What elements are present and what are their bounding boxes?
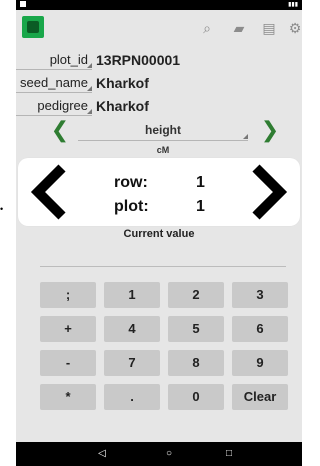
field-value: Kharkof [96, 98, 149, 114]
next-trait-icon[interactable]: ❯ [260, 119, 280, 141]
field-label-dropdown[interactable]: plot_id [16, 50, 92, 70]
field-row-plot-id: plot_id 13RPN00001 [16, 50, 302, 72]
back-icon[interactable]: ◁ [94, 446, 110, 462]
app-screen: ▮▮▮ ⌕ ▰ ▤ ⚙ plot_id 13RPN00001 seed_name… [16, 0, 302, 466]
key-4[interactable]: 4 [104, 316, 160, 342]
key-multiply[interactable]: * [40, 384, 96, 410]
current-value-input[interactable] [40, 248, 286, 267]
key-5[interactable]: 5 [168, 316, 224, 342]
trait-name: height [145, 123, 181, 137]
dropdown-indicator-icon [87, 109, 92, 114]
row-label: row: [114, 174, 148, 191]
search-icon[interactable]: ⌕ [198, 19, 216, 37]
key-8[interactable]: 8 [168, 350, 224, 376]
system-navigation-bar: ◁ ○ □ [16, 442, 302, 466]
folder-icon[interactable]: ▰ [230, 19, 248, 37]
key-0[interactable]: 0 [168, 384, 224, 410]
previous-plot-icon[interactable] [28, 164, 72, 220]
pointer-icon: • [0, 204, 4, 214]
status-icons: ▮▮▮ [288, 2, 298, 8]
field-label-dropdown[interactable]: seed_name [16, 73, 92, 93]
field-value: Kharkof [96, 75, 149, 91]
trait-selector-row: ❮ height ❯ cM [16, 119, 302, 156]
key-minus[interactable]: - [40, 350, 96, 376]
key-plus[interactable]: + [40, 316, 96, 342]
status-bar: ▮▮▮ [16, 0, 302, 10]
field-row-pedigree: pedigree Kharkof [16, 96, 302, 118]
field-value: 13RPN00001 [96, 52, 181, 68]
plot-label: plot: [114, 198, 149, 215]
key-decimal[interactable]: . [104, 384, 160, 410]
field-label-text: seed_name [20, 75, 88, 90]
logo-mark [27, 21, 39, 33]
gear-icon[interactable]: ⚙ [286, 19, 302, 37]
key-6[interactable]: 6 [232, 316, 288, 342]
plot-value: 1 [196, 198, 205, 215]
previous-trait-icon[interactable]: ❮ [50, 119, 70, 141]
key-clear[interactable]: Clear [232, 384, 288, 410]
row-value: 1 [196, 174, 205, 191]
status-icon [20, 1, 26, 7]
dropdown-indicator-icon [87, 63, 92, 68]
current-value-label: Current value [123, 228, 195, 240]
field-label-dropdown[interactable]: pedigree [16, 96, 92, 116]
key-3[interactable]: 3 [232, 282, 288, 308]
key-9[interactable]: 9 [232, 350, 288, 376]
field-row-seed-name: seed_name Kharkof [16, 73, 302, 95]
app-logo [22, 16, 44, 38]
key-2[interactable]: 2 [168, 282, 224, 308]
dropdown-indicator-icon [87, 86, 92, 91]
key-7[interactable]: 7 [104, 350, 160, 376]
field-label-text: plot_id [49, 52, 88, 67]
recent-apps-icon[interactable]: □ [221, 446, 237, 462]
action-bar: ⌕ ▰ ▤ ⚙ [16, 10, 302, 46]
dropdown-indicator-icon [243, 134, 248, 139]
range-plot-panel: row: 1 plot: 1 [18, 158, 300, 226]
key-semicolon[interactable]: ; [40, 282, 96, 308]
trait-dropdown[interactable]: height [78, 122, 248, 141]
home-icon[interactable]: ○ [161, 446, 177, 462]
next-plot-icon[interactable] [246, 164, 290, 220]
field-label-text: pedigree [37, 98, 88, 113]
trait-unit: cM [156, 145, 170, 155]
key-1[interactable]: 1 [104, 282, 160, 308]
menu-icon[interactable]: ▤ [260, 19, 278, 37]
